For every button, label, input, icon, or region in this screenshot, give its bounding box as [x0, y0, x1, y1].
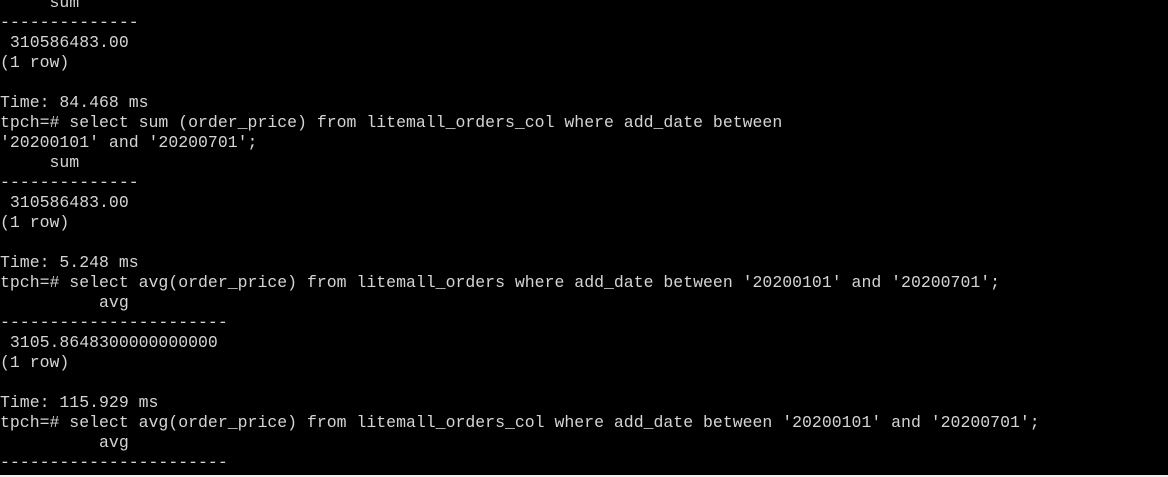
- result-column-header: avg: [0, 293, 129, 312]
- result-value: 310586483.00: [0, 33, 129, 52]
- timing-line: Time: 84.468 ms: [0, 93, 149, 112]
- command-line: tpch=# select sum (order_price) from lit…: [0, 113, 783, 132]
- result-value: 310586483.00: [0, 193, 129, 212]
- result-separator: --------------: [0, 13, 139, 32]
- timing-line: Time: 5.248 ms: [0, 253, 139, 272]
- terminal-window[interactable]: sum -------------- 310586483.00 (1 row) …: [0, 0, 1168, 475]
- row-count: (1 row): [0, 213, 70, 232]
- result-column-header: sum: [0, 153, 80, 172]
- command-continuation: '20200101' and '20200701';: [0, 133, 258, 152]
- command-line: tpch=# select avg(order_price) from lite…: [0, 413, 1040, 432]
- row-count: (1 row): [0, 53, 70, 72]
- terminal-output: sum -------------- 310586483.00 (1 row) …: [0, 0, 1040, 473]
- result-separator: -----------------------: [0, 453, 228, 472]
- timing-line: Time: 115.929 ms: [0, 393, 159, 412]
- command-line: tpch=# select avg(order_price) from lite…: [0, 273, 1001, 292]
- row-count: (1 row): [0, 353, 70, 372]
- result-separator: -----------------------: [0, 313, 228, 332]
- result-column-header: sum: [0, 0, 80, 12]
- result-column-header: avg: [0, 433, 129, 452]
- result-value: 3105.8648300000000000: [0, 333, 218, 352]
- result-separator: --------------: [0, 173, 139, 192]
